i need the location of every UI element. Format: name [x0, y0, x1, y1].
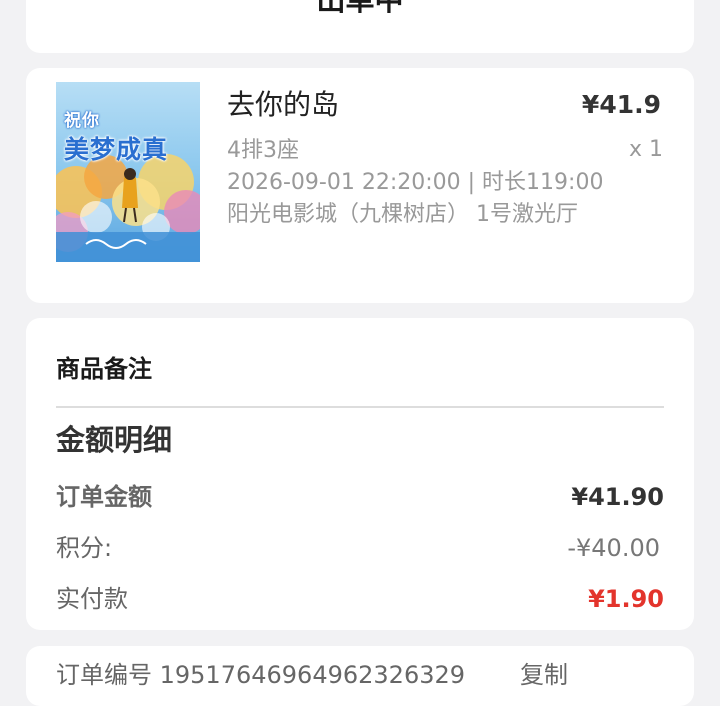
points-value: -¥40.00 [567, 534, 660, 562]
order-status-title: 出单中 [316, 0, 404, 17]
movie-title: 去你的岛 [227, 88, 340, 121]
cinema-info: 阳光电影城（九棵树店） 1号激光厅 [227, 202, 578, 227]
order-number: 订单编号 19517646964962326329 [56, 661, 466, 689]
paid-amount-row: 实付款 ¥1.90 [56, 582, 664, 616]
order-amount-row: 订单金额 ¥41.90 [56, 480, 664, 514]
order-number-card: 订单编号 19517646964962326329 复制 [26, 646, 694, 706]
product-remark-label: 商品备注 [56, 355, 152, 383]
divider [56, 406, 664, 408]
amount-detail-title: 金额明细 [56, 423, 173, 457]
order-status-card: 出单中 [26, 0, 694, 53]
copy-order-number-button[interactable]: 复制 [520, 660, 568, 690]
showtime-info: 2026-09-01 22:20:00 | 时长119:00 [227, 170, 604, 195]
item-price: ¥41.9 [581, 90, 661, 119]
paid-amount-label: 实付款 [56, 585, 128, 613]
seat-info: 4排3座 [227, 138, 299, 163]
poster-tagline: 祝你 [64, 111, 100, 131]
order-amount-value: ¥41.90 [571, 483, 664, 511]
points-row: 积分: -¥40.00 [56, 531, 664, 565]
poster-headline: 美梦成真 [64, 135, 169, 164]
movie-poster: 祝你 美梦成真 [56, 82, 200, 262]
order-amount-label: 订单金额 [56, 483, 152, 511]
amount-detail-card: 商品备注 金额明细 订单金额 ¥41.90 积分: -¥40.00 实付款 ¥1… [26, 318, 694, 630]
paid-amount-value: ¥1.90 [588, 585, 664, 613]
points-label: 积分: [56, 534, 113, 562]
order-item-card[interactable]: 祝你 美梦成真 去你的岛 ¥41.9 x 1 4排3座 2026-09-01 2… [26, 68, 694, 303]
item-quantity: x 1 [628, 137, 663, 162]
